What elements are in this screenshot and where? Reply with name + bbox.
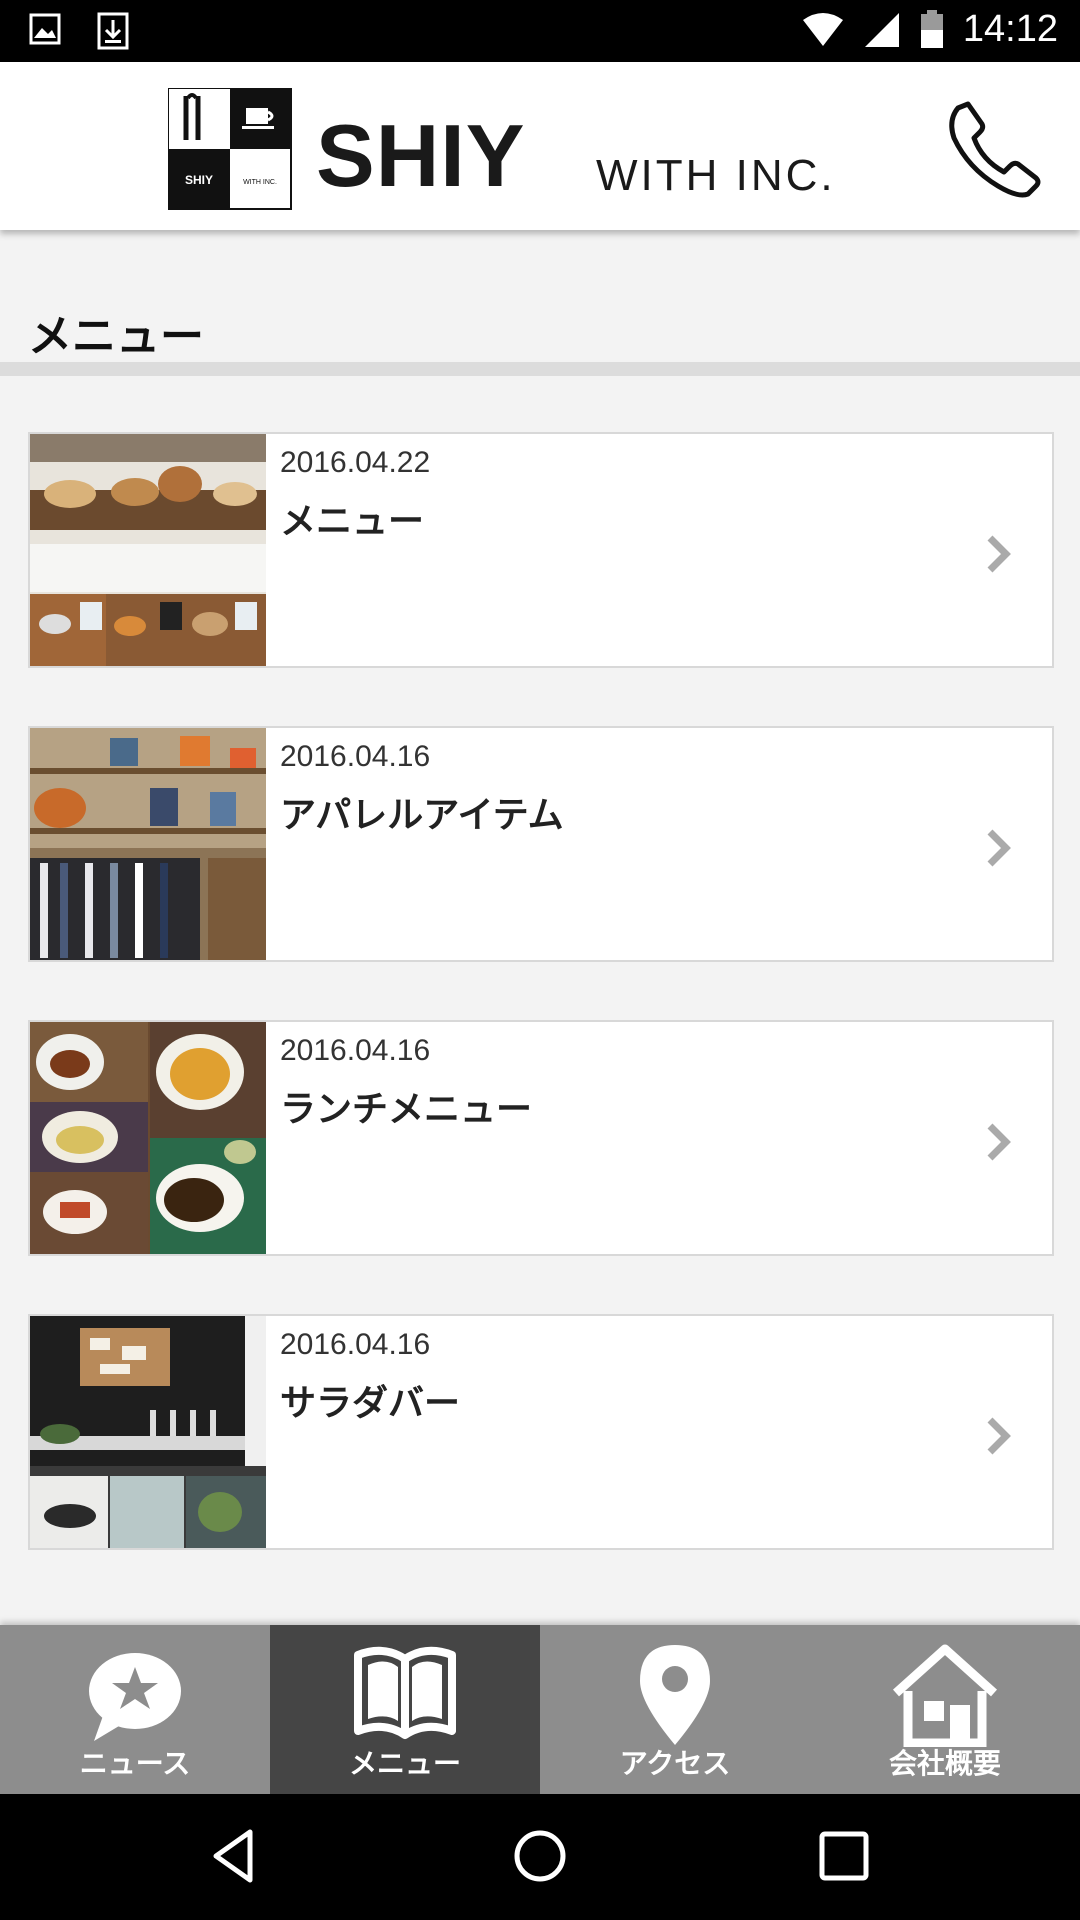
status-bar: 14:12 (0, 0, 1080, 62)
download-notification-icon (97, 12, 129, 50)
menu-list: 2016.04.22 メニュー 2016.04.16 アパレルアイテム 2016… (28, 432, 1054, 1608)
app-header: SHIY WITH INC. SHIY WITH INC. (0, 62, 1080, 230)
tab-label: 会社概要 (888, 1747, 1001, 1780)
book-icon (354, 1646, 456, 1739)
item-title: サラダバー (280, 1383, 461, 1424)
chevron-right-icon (987, 1417, 1011, 1455)
page-title: メニュー (28, 311, 204, 362)
svg-text:SHIY: SHIY (185, 173, 213, 187)
back-icon[interactable] (206, 1826, 266, 1886)
list-item[interactable]: 2016.04.16 ランチメニュー (28, 1020, 1054, 1256)
item-title: ランチメニュー (280, 1089, 533, 1130)
tab-label: アクセス (619, 1747, 731, 1780)
signal-icon (864, 12, 899, 47)
clock: 14:12 (962, 8, 1058, 50)
item-date: 2016.04.16 (280, 740, 431, 773)
item-date: 2016.04.22 (280, 446, 431, 479)
chevron-right-icon (987, 535, 1011, 573)
tab-news[interactable]: ニュース (0, 1625, 270, 1794)
thumbnail-image (30, 434, 266, 666)
logo-title: SHIY (316, 106, 526, 205)
thumbnail-image (30, 1022, 266, 1254)
tab-access[interactable]: アクセス (540, 1625, 810, 1794)
battery-icon (920, 9, 943, 48)
home-icon (892, 1644, 998, 1747)
news-icon (89, 1653, 181, 1741)
list-item[interactable]: 2016.04.22 メニュー (28, 432, 1054, 668)
logo-subtitle: WITH INC. (596, 151, 836, 200)
map-pin-icon (640, 1645, 710, 1745)
tab-label: ニュース (79, 1747, 191, 1780)
tab-label: メニュー (348, 1747, 461, 1780)
section-divider (0, 362, 1080, 376)
list-item[interactable]: 2016.04.16 アパレルアイテム (28, 726, 1054, 962)
tab-company[interactable]: 会社概要 (810, 1625, 1080, 1794)
item-date: 2016.04.16 (280, 1328, 431, 1361)
item-title: メニュー (280, 501, 425, 542)
home-nav-icon[interactable] (510, 1826, 570, 1886)
chevron-right-icon (987, 1123, 1011, 1161)
logo-mark-icon: SHIY WITH INC. (168, 88, 292, 210)
item-date: 2016.04.16 (280, 1034, 431, 1067)
item-title: アパレルアイテム (280, 795, 564, 836)
tab-menu[interactable]: メニュー (270, 1625, 540, 1794)
chevron-right-icon (987, 829, 1011, 867)
thumbnail-image (30, 1316, 266, 1548)
recents-icon[interactable] (814, 1826, 874, 1886)
system-navigation-bar (0, 1794, 1080, 1920)
list-item[interactable]: 2016.04.16 サラダバー (28, 1314, 1054, 1550)
bottom-tab-bar: ニュース メニュー アクセス 会社概要 (0, 1625, 1080, 1794)
svg-text:WITH INC.: WITH INC. (243, 179, 277, 186)
wifi-icon (802, 12, 843, 46)
image-notification-icon (29, 13, 61, 45)
thumbnail-image (30, 728, 266, 960)
phone-icon[interactable] (948, 98, 1042, 198)
